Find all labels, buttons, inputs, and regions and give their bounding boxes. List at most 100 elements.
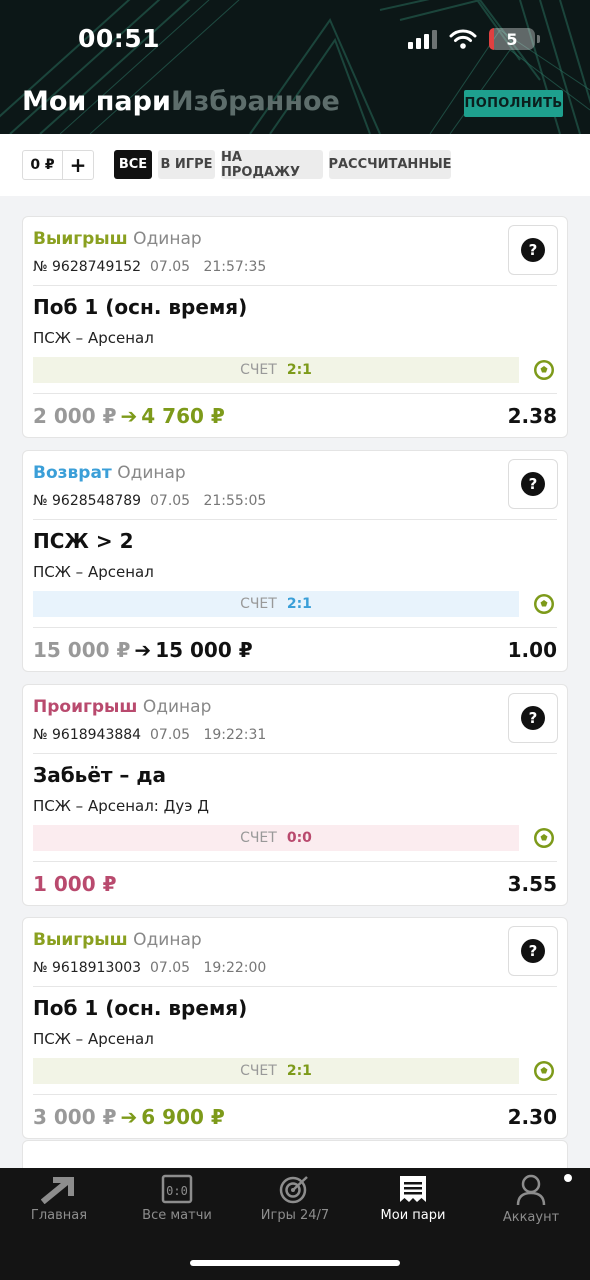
bet-meta: № 9618913003 07.05 19:22:00 [33, 960, 266, 976]
tab-label: Все матчи [142, 1208, 212, 1223]
bet-event: Поб 1 (осн. время) [33, 295, 248, 319]
divider [33, 1094, 557, 1095]
help-button[interactable]: ? [508, 926, 558, 976]
battery-icon: 5 [489, 28, 540, 50]
bet-match: ПСЖ – Арсенал [33, 329, 154, 347]
divider [33, 285, 557, 286]
bet-meta: № 9628749152 07.05 21:57:35 [33, 259, 266, 275]
score-label: СЧЕТ [240, 596, 277, 612]
tab-games-24-7[interactable]: Игры 24/7 [236, 1174, 354, 1234]
filter-chip-in-play[interactable]: В ИГРЕ [158, 150, 215, 179]
scoreboard-icon: 0:0 [161, 1174, 193, 1204]
bet-odds: 3.55 [507, 872, 557, 896]
tab-label: Главная [30, 1208, 88, 1223]
bet-meta: № 9618943884 07.05 19:22:31 [33, 727, 266, 743]
help-button[interactable]: ? [508, 693, 558, 743]
bet-time: 21:55:05 [203, 493, 267, 509]
bet-type: Одинар [142, 697, 212, 717]
bet-meta: № 9628548789 07.05 21:55:05 [33, 493, 266, 509]
bet-result: Выигрыш [33, 930, 128, 950]
score-bar: СЧЕТ 2:1 [33, 1058, 519, 1084]
question-icon: ? [521, 238, 545, 262]
user-icon [516, 1174, 546, 1206]
bet-status-line: Возврат Одинар [33, 463, 186, 483]
bet-time: 19:22:00 [203, 960, 267, 976]
bet-date: 07.05 [150, 493, 191, 509]
tab-my-bets-nav[interactable]: Мои пари [354, 1174, 472, 1234]
help-button[interactable]: ? [508, 225, 558, 275]
tab-label: Аккаунт [502, 1210, 560, 1225]
question-icon: ? [521, 706, 545, 730]
bet-card[interactable]: Проигрыш Одинар № 9618943884 07.05 19:22… [22, 684, 568, 906]
bet-stake: 15 000 ₽ [33, 638, 131, 662]
bet-time: 21:57:35 [203, 259, 267, 275]
score-value: 2:1 [286, 1063, 312, 1079]
tab-account[interactable]: Аккаунт [472, 1174, 590, 1234]
help-button[interactable]: ? [508, 459, 558, 509]
score-label: СЧЕТ [240, 830, 277, 846]
divider [33, 393, 557, 394]
bet-amounts: 2 000 ₽ ➔ 4 760 ₽ [33, 404, 225, 428]
bet-match: ПСЖ – Арсенал [33, 1030, 154, 1048]
bet-type: Одинар [133, 229, 202, 249]
app-header: 00:51 5 Мои пари Избранное ПОПОЛНИТЬ [0, 0, 590, 134]
bet-stake: 3 000 ₽ [33, 1105, 117, 1129]
score-value: 2:1 [286, 596, 312, 612]
tab-all-matches[interactable]: 0:0 Все матчи [118, 1174, 236, 1234]
tab-my-bets[interactable]: Мои пари [22, 86, 171, 117]
score-value: 2:1 [286, 362, 312, 378]
divider [33, 519, 557, 520]
arrow-right-icon: ➔ [120, 404, 138, 428]
add-funds-button[interactable]: + [63, 151, 93, 179]
receipt-icon [400, 1176, 426, 1202]
bet-odds: 2.30 [507, 1105, 557, 1129]
cellular-signal-icon [408, 29, 437, 49]
bet-number: № 9618943884 [33, 727, 142, 743]
bet-status-line: Выигрыш Одинар [33, 930, 202, 950]
arrow-right-icon: ➔ [134, 638, 152, 662]
tab-home[interactable]: Главная [0, 1174, 118, 1234]
tab-favorites[interactable]: Избранное [171, 86, 340, 117]
question-icon: ? [521, 939, 545, 963]
divider [33, 861, 557, 862]
score-value: 0:0 [286, 830, 312, 846]
target-icon [279, 1176, 308, 1204]
notification-dot [564, 1174, 572, 1182]
bet-result: Выигрыш [33, 229, 128, 249]
bet-odds: 1.00 [507, 638, 557, 662]
bet-match: ПСЖ – Арсенал: Дуэ Д [33, 797, 209, 815]
bet-status-line: Проигрыш Одинар [33, 697, 211, 717]
topup-button[interactable]: ПОПОЛНИТЬ [464, 90, 563, 117]
bet-type: Одинар [133, 930, 202, 950]
bet-event: Поб 1 (осн. время) [33, 996, 248, 1020]
bet-payout: 15 000 ₽ [155, 638, 253, 662]
svg-text:0:0: 0:0 [166, 1184, 188, 1198]
bet-event: ПСЖ > 2 [33, 529, 134, 553]
arrow-right-icon: ➔ [120, 1105, 138, 1129]
divider [33, 627, 557, 628]
score-bar: СЧЕТ 2:1 [33, 357, 519, 383]
bet-date: 07.05 [150, 727, 191, 743]
home-indicator [190, 1260, 400, 1266]
bet-card[interactable]: Выигрыш Одинар № 9618913003 07.05 19:22:… [22, 917, 568, 1139]
filter-chip-settled[interactable]: РАССЧИТАННЫЕ [328, 150, 452, 179]
bet-card[interactable]: Возврат Одинар № 9628548789 07.05 21:55:… [22, 450, 568, 672]
bet-type: Одинар [117, 463, 186, 483]
soccer-ball-icon [534, 594, 554, 614]
bet-number: № 9628749152 [33, 259, 142, 275]
score-label: СЧЕТ [240, 362, 277, 378]
score-bar: СЧЕТ 2:1 [33, 591, 519, 617]
bet-payout: 4 760 ₽ [141, 404, 225, 428]
battery-level: 5 [506, 29, 518, 49]
bet-card[interactable]: Выигрыш Одинар № 9628749152 07.05 21:57:… [22, 216, 568, 438]
score-bar: СЧЕТ 0:0 [33, 825, 519, 851]
filter-chip-all[interactable]: ВСЕ [114, 150, 152, 179]
bet-payout: 6 900 ₽ [141, 1105, 225, 1129]
bet-number: № 9628548789 [33, 493, 142, 509]
status-time: 00:51 [78, 24, 161, 53]
bet-amounts: 15 000 ₽ ➔ 15 000 ₽ [33, 638, 253, 662]
filter-chip-for-sale[interactable]: НА ПРОДАЖУ [221, 150, 323, 180]
bet-time: 19:22:31 [203, 727, 267, 743]
bet-result: Возврат [33, 463, 112, 483]
bet-status-line: Выигрыш Одинар [33, 229, 202, 249]
